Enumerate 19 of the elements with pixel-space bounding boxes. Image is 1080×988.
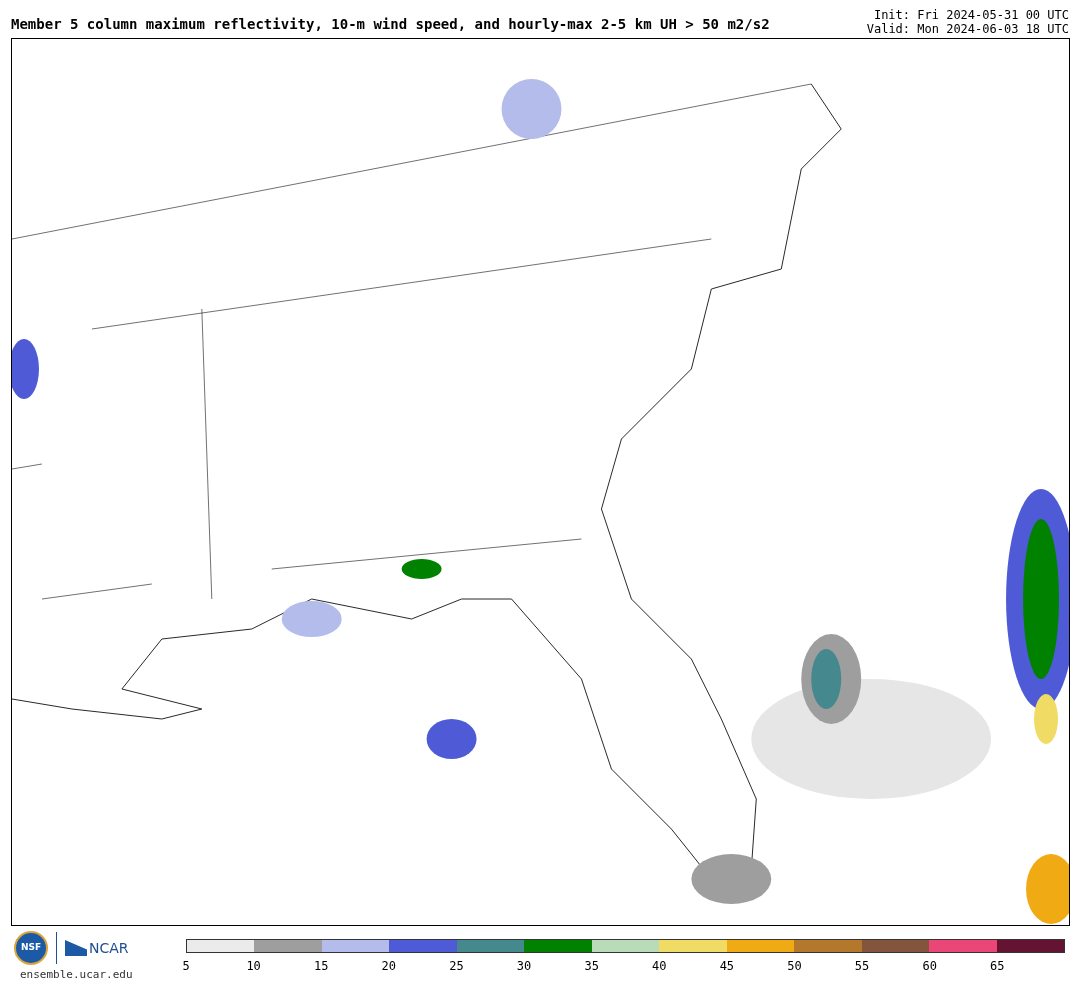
colorbar-tick-label: 35 — [584, 958, 599, 975]
valid-time: Valid: Mon 2024-06-03 18 UTC — [866, 22, 1069, 36]
colorbar-tick-label: 40 — [652, 958, 667, 975]
website-url: ensemble.ucar.edu — [20, 967, 133, 983]
colorbar-tick-label: 60 — [922, 958, 937, 975]
init-time: Init: Fri 2024-05-31 00 UTC — [873, 8, 1069, 22]
nsf-logo: NSF — [14, 931, 48, 965]
colorbar-tick-label: 10 — [246, 958, 261, 975]
colorbar-tick-label: 30 — [516, 958, 532, 975]
colorbar-tick-label: 5 — [182, 958, 190, 975]
chart-title: Member 5 column maximum reflectivity, 10-m wind speed, and hourly-max 2-5 km UH > 50 m2/s2 — [11, 15, 770, 34]
colorbar-tick-label: 45 — [719, 958, 735, 975]
colorbar-tick-label: 20 — [381, 958, 397, 975]
colorbar-tick-label: 15 — [314, 958, 329, 975]
colorbar-tick-label: 55 — [854, 958, 870, 975]
colorbar-tick-label: 50 — [787, 958, 802, 975]
ncar-logo: NCAR — [65, 937, 129, 959]
colorbar-tick-label: 65 — [990, 958, 1005, 975]
colorbar-tick-label: 25 — [449, 958, 464, 975]
